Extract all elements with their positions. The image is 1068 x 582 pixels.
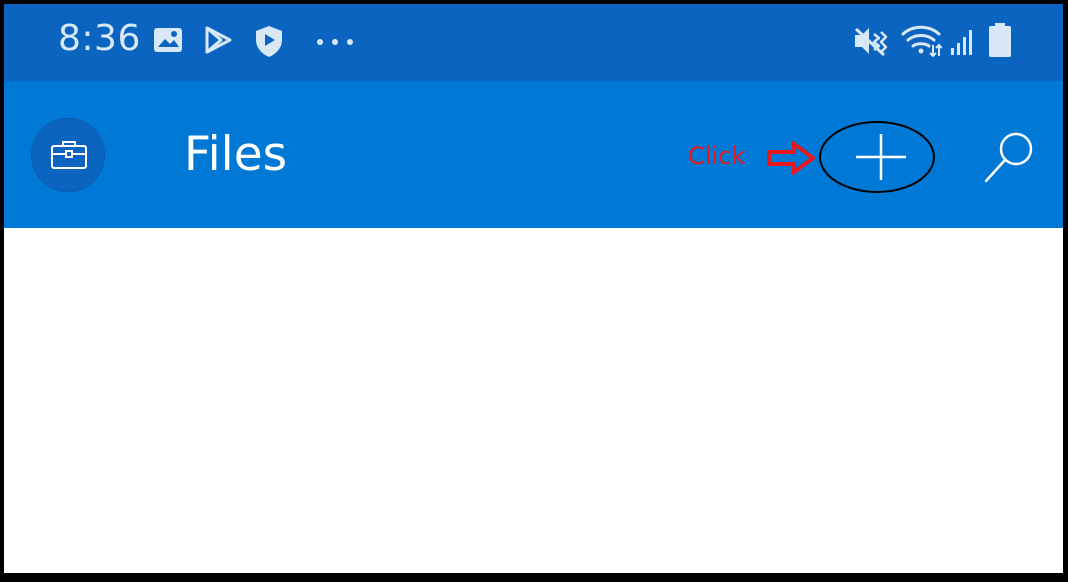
signal-icon [951, 30, 972, 55]
app-bar: Files Click [4, 81, 1063, 228]
search-icon [984, 132, 1033, 183]
play-store-icon [205, 26, 232, 54]
briefcase-icon [51, 141, 87, 169]
vibrate-mute-icon [854, 27, 888, 57]
wifi-icon [901, 25, 942, 57]
annotation-arrow-icon [767, 141, 816, 175]
search-button[interactable] [982, 128, 1038, 184]
status-bar: 8:36 [4, 4, 1063, 81]
shield-play-icon [256, 26, 282, 57]
phone-screen: 8:36 Files Click [4, 4, 1063, 573]
plus-icon [856, 134, 906, 180]
files-content-area [4, 228, 1063, 573]
battery-icon [989, 23, 1011, 57]
annotation-click-label: Click [688, 142, 746, 170]
page-title: Files [184, 127, 288, 182]
status-time: 8:36 [58, 18, 141, 59]
add-button[interactable] [854, 132, 908, 182]
image-icon [154, 28, 182, 52]
account-button[interactable] [31, 118, 105, 192]
more-dots-icon [317, 39, 353, 45]
